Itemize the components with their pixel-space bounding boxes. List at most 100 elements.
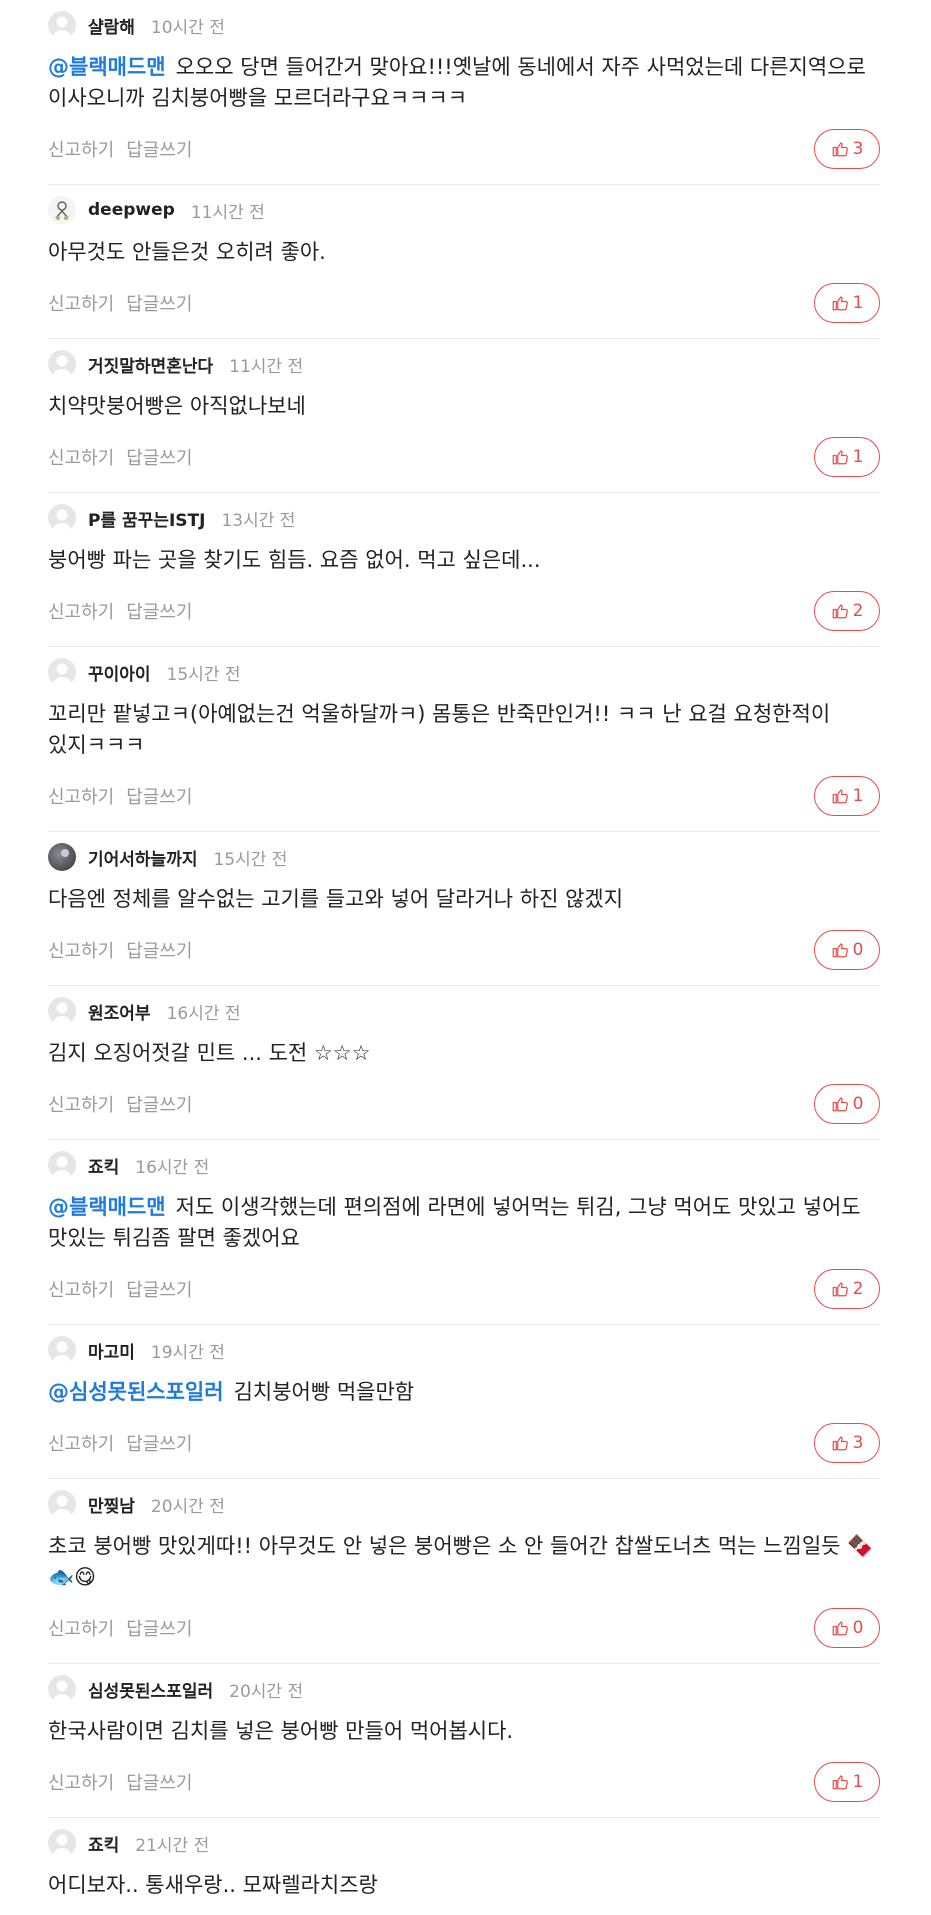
like-count: 1 xyxy=(852,447,864,467)
like-button[interactable]: 2 xyxy=(814,1269,880,1309)
reply-button[interactable]: 답글쓰기 xyxy=(126,1769,192,1795)
default-avatar-icon xyxy=(48,1490,76,1518)
thumbs-up-icon xyxy=(832,789,848,804)
reply-button[interactable]: 답글쓰기 xyxy=(126,1430,192,1456)
comment-body: 아무것도 안들은것 오히려 좋아. xyxy=(48,237,880,268)
reply-button[interactable]: 답글쓰기 xyxy=(126,1276,192,1302)
comment-time: 15시간 전 xyxy=(213,849,288,870)
comment-nickname[interactable]: 죠킥 xyxy=(88,1831,119,1856)
default-avatar-icon xyxy=(48,997,76,1025)
comment-body: 초코 붕어빵 맛있게따!! 아무것도 안 넣은 붕어빵은 소 안 들어간 찹쌀도… xyxy=(48,1531,880,1593)
comment-nickname[interactable]: 심성못된스포일러 xyxy=(88,1677,213,1702)
comment-item: 죠킥 21시간 전 어디보자.. 통새우랑.. 모짜렐라치즈랑 신고하기 답글쓰… xyxy=(48,1818,880,1915)
like-count: 2 xyxy=(852,601,864,621)
thumbs-up-icon xyxy=(832,1775,848,1790)
thumbs-up-icon xyxy=(832,1097,848,1112)
thumbs-up-icon xyxy=(832,1621,848,1636)
report-button[interactable]: 신고하기 xyxy=(48,290,114,316)
report-button[interactable]: 신고하기 xyxy=(48,1091,114,1117)
thumbs-up-icon xyxy=(832,142,848,157)
like-button[interactable]: 1 xyxy=(814,437,880,477)
report-button[interactable]: 신고하기 xyxy=(48,1430,114,1456)
comment-nickname[interactable]: P를 꿈꾸는ISTJ xyxy=(88,506,205,531)
comment-nickname[interactable]: deepwep xyxy=(88,200,175,220)
comment-text: 다음엔 정체를 알수없는 고기를 들고와 넣어 달라거나 하진 않겠지 xyxy=(48,887,624,911)
comment-body: 붕어빵 파는 곳을 찾기도 힘듬. 요즘 없어. 먹고 싶은데... xyxy=(48,545,880,576)
comment-time: 21시간 전 xyxy=(135,1835,210,1856)
comment-body: @블랙매드맨 오오오 당면 들어간거 맞아요!!!옛날에 동네에서 자주 사먹었는… xyxy=(48,52,880,114)
comment-item: 샬람해 10시간 전 @블랙매드맨 오오오 당면 들어간거 맞아요!!!옛날에 동… xyxy=(48,0,880,185)
comment-nickname[interactable]: 샬람해 xyxy=(88,13,135,38)
comment-body: 한국사람이면 김치를 넣은 붕어빵 만들어 먹어봅시다. xyxy=(48,1716,880,1747)
comment-nickname[interactable]: 거짓말하면혼난다 xyxy=(88,352,213,377)
comment-text: 저도 이생각했는데 편의점에 라면에 넣어먹는 튀김, 그냥 먹어도 맛있고 넣… xyxy=(48,1195,861,1250)
comment-text: 아무것도 안들은것 오히려 좋아. xyxy=(48,240,326,264)
reply-button[interactable]: 답글쓰기 xyxy=(126,937,192,963)
report-button[interactable]: 신고하기 xyxy=(48,136,114,162)
report-button[interactable]: 신고하기 xyxy=(48,783,114,809)
reply-button[interactable]: 답글쓰기 xyxy=(126,1091,192,1117)
comment-nickname[interactable]: 원조어부 xyxy=(88,999,151,1024)
thumbs-up-icon xyxy=(832,1282,848,1297)
comment-item: P를 꿈꾸는ISTJ 13시간 전 붕어빵 파는 곳을 찾기도 힘듬. 요즘 없… xyxy=(48,493,880,647)
report-button[interactable]: 신고하기 xyxy=(48,1276,114,1302)
comment-text: 한국사람이면 김치를 넣은 붕어빵 만들어 먹어봅시다. xyxy=(48,1719,514,1743)
thumbs-up-icon xyxy=(832,450,848,465)
reply-button[interactable]: 답글쓰기 xyxy=(126,444,192,470)
comment-nickname[interactable]: 꾸이아이 xyxy=(88,660,151,685)
like-button[interactable]: 2 xyxy=(814,591,880,631)
default-avatar-icon xyxy=(48,658,76,686)
like-count: 2 xyxy=(852,1279,864,1299)
like-button[interactable]: 1 xyxy=(814,283,880,323)
report-button[interactable]: 신고하기 xyxy=(48,1769,114,1795)
default-avatar-icon xyxy=(48,11,76,39)
default-avatar-icon xyxy=(48,1336,76,1364)
default-avatar-icon xyxy=(48,504,76,532)
reply-button[interactable]: 답글쓰기 xyxy=(126,1615,192,1641)
comment-time: 19시간 전 xyxy=(150,1342,225,1363)
comment-mention[interactable]: @블랙매드맨 xyxy=(48,55,166,79)
reply-button[interactable]: 답글쓰기 xyxy=(126,136,192,162)
like-button[interactable]: 3 xyxy=(814,1423,880,1463)
default-avatar-icon xyxy=(48,1675,76,1703)
report-button[interactable]: 신고하기 xyxy=(48,1615,114,1641)
comment-item: 꾸이아이 15시간 전 꼬리만 팥넣고ㅋ(아예없는건 억울하달까ㅋ) 몸통은 반… xyxy=(48,647,880,832)
like-button[interactable]: 1 xyxy=(814,776,880,816)
comment-nickname[interactable]: 죠킥 xyxy=(88,1153,119,1178)
comment-text: 김지 오징어젓갈 민트 ... 도전 ☆☆☆ xyxy=(48,1041,371,1065)
like-count: 0 xyxy=(852,940,864,960)
reply-button[interactable]: 답글쓰기 xyxy=(126,783,192,809)
report-button[interactable]: 신고하기 xyxy=(48,444,114,470)
comment-item: 마고미 19시간 전 @심성못된스포일러 김치붕어빵 먹을만함 신고하기 답글쓰기… xyxy=(48,1325,880,1479)
comment-text: 초코 붕어빵 맛있게따!! 아무것도 안 넣은 붕어빵은 소 안 들어간 찹쌀도… xyxy=(48,1534,874,1589)
like-button[interactable]: 3 xyxy=(814,129,880,169)
like-button[interactable]: 1 xyxy=(814,1762,880,1802)
comment-time: 20시간 전 xyxy=(150,1496,225,1517)
comment-mention[interactable]: @블랙매드맨 xyxy=(48,1195,166,1219)
like-count: 3 xyxy=(852,1433,864,1453)
photo-avatar-icon xyxy=(48,843,76,871)
like-button[interactable]: 0 xyxy=(814,1084,880,1124)
comment-list: 샬람해 10시간 전 @블랙매드맨 오오오 당면 들어간거 맞아요!!!옛날에 동… xyxy=(48,0,880,1915)
comment-mention[interactable]: @심성못된스포일러 xyxy=(48,1380,224,1404)
comment-body: 치약맛붕어빵은 아직없나보네 xyxy=(48,391,880,422)
comment-body: @심성못된스포일러 김치붕어빵 먹을만함 xyxy=(48,1377,880,1408)
report-button[interactable]: 신고하기 xyxy=(48,937,114,963)
comment-time: 20시간 전 xyxy=(229,1681,304,1702)
like-button[interactable]: 0 xyxy=(814,1608,880,1648)
comment-item: 만찢남 20시간 전 초코 붕어빵 맛있게따!! 아무것도 안 넣은 붕어빵은 … xyxy=(48,1479,880,1664)
comment-text: 붕어빵 파는 곳을 찾기도 힘듬. 요즘 없어. 먹고 싶은데... xyxy=(48,548,541,572)
comment-nickname[interactable]: 마고미 xyxy=(88,1338,135,1363)
reply-button[interactable]: 답글쓰기 xyxy=(126,290,192,316)
like-button[interactable]: 0 xyxy=(814,930,880,970)
comment-item: deepwep 11시간 전 아무것도 안들은것 오히려 좋아. 신고하기 답글… xyxy=(48,185,880,339)
like-count: 0 xyxy=(852,1094,864,1114)
like-count: 0 xyxy=(852,1618,864,1638)
comment-nickname[interactable]: 기어서하늘까지 xyxy=(88,845,197,870)
thumbs-up-icon xyxy=(832,604,848,619)
reply-button[interactable]: 답글쓰기 xyxy=(126,598,192,624)
report-button[interactable]: 신고하기 xyxy=(48,598,114,624)
comment-time: 15시간 전 xyxy=(166,664,241,685)
comment-body: 김지 오징어젓갈 민트 ... 도전 ☆☆☆ xyxy=(48,1038,880,1069)
comment-nickname[interactable]: 만찢남 xyxy=(88,1492,135,1517)
